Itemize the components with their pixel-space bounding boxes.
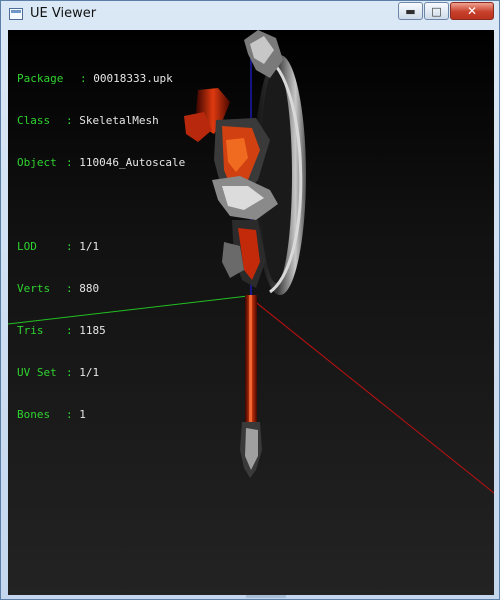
window-title: UE Viewer bbox=[30, 6, 97, 21]
info-value-object: 110046_Autoscale bbox=[79, 156, 186, 169]
info-row-object: Object: 110046_Autoscale bbox=[17, 156, 186, 169]
window-controls: ▬ □ ✕ bbox=[397, 2, 494, 22]
info-value-tris: 1185 bbox=[79, 324, 106, 337]
info-row-bones: Bones: 1 bbox=[17, 408, 86, 421]
resize-grip[interactable] bbox=[246, 595, 286, 598]
info-label-bones: Bones bbox=[17, 408, 51, 421]
minimize-icon: ▬ bbox=[405, 4, 416, 18]
maximize-icon: □ bbox=[431, 4, 442, 18]
info-row-lod: LOD: 1/1 bbox=[17, 240, 100, 253]
info-label-lod: LOD bbox=[17, 240, 37, 253]
info-row-tris: Tris: 1185 bbox=[17, 324, 106, 337]
info-row-uvset: UV Set: 1/1 bbox=[17, 366, 100, 379]
info-value-bones: 1 bbox=[79, 408, 86, 421]
info-label-class: Class bbox=[17, 114, 51, 127]
app-icon bbox=[9, 8, 23, 20]
close-button[interactable]: ✕ bbox=[450, 2, 494, 20]
maximize-button[interactable]: □ bbox=[424, 2, 449, 20]
info-row-class: Class: SkeletalMesh bbox=[17, 114, 159, 127]
info-label-verts: Verts bbox=[17, 282, 51, 295]
skeletal-mesh bbox=[184, 30, 306, 478]
info-value-verts: 880 bbox=[79, 282, 100, 295]
info-value-package: 00018333.upk bbox=[93, 72, 173, 85]
mesh-info-panel: Package: 00018333.upk Class: SkeletalMes… bbox=[17, 44, 185, 450]
info-label-package: Package bbox=[17, 72, 64, 85]
minimize-button[interactable]: ▬ bbox=[398, 2, 423, 20]
info-label-object: Object bbox=[17, 156, 57, 169]
info-label-uvset: UV Set bbox=[17, 366, 57, 379]
info-value-class: SkeletalMesh bbox=[79, 114, 159, 127]
ue-viewer-window: UE Viewer ▬ □ ✕ Package: 00018333.upk C… bbox=[0, 0, 500, 600]
info-row-verts: Verts: 880 bbox=[17, 282, 100, 295]
3d-viewport[interactable]: Package: 00018333.upk Class: SkeletalMes… bbox=[8, 30, 494, 595]
info-row-package: Package: 00018333.upk bbox=[17, 72, 173, 85]
close-icon: ✕ bbox=[466, 4, 478, 18]
info-label-tris: Tris bbox=[17, 324, 44, 337]
axis-x-line bbox=[247, 295, 494, 494]
title-bar[interactable]: UE Viewer ▬ □ ✕ bbox=[1, 1, 499, 29]
info-value-lod: 1/1 bbox=[79, 240, 100, 253]
info-value-uvset: 1/1 bbox=[79, 366, 100, 379]
